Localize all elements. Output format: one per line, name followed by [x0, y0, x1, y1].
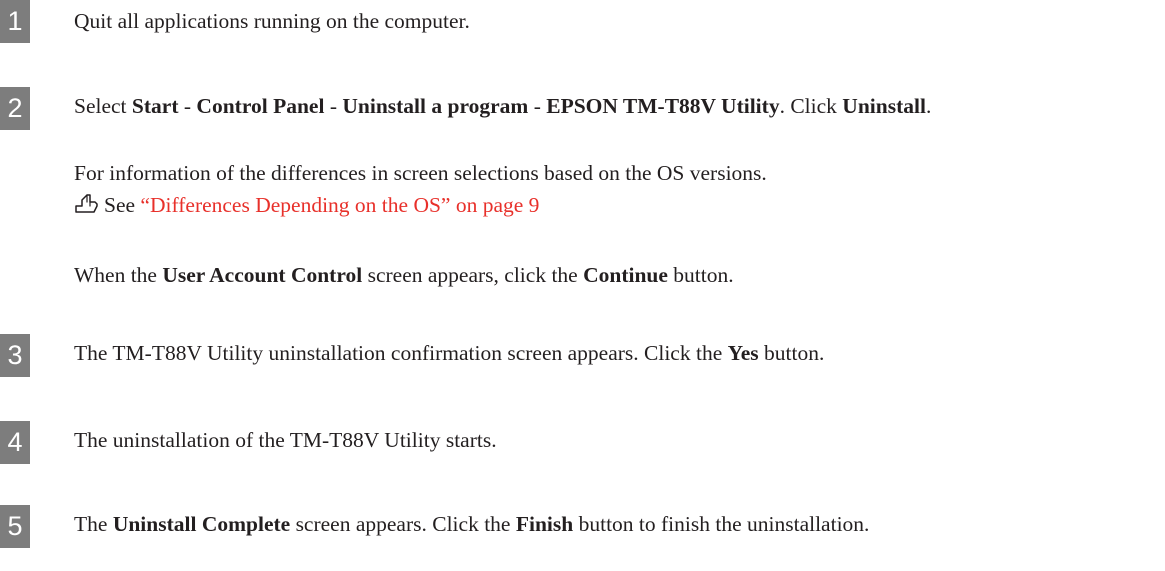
step-number-badge: 3	[0, 334, 30, 377]
uac-instruction-text: When the User Account Control screen app…	[74, 263, 734, 287]
uninstall-label: Uninstall	[842, 94, 926, 118]
menu-item-uninstall-program: Uninstall a program	[342, 94, 529, 118]
step-number-badge: 1	[0, 0, 30, 43]
step-number-badge: 4	[0, 421, 30, 464]
cross-reference: See “Differences Depending on the OS” on…	[74, 192, 539, 218]
differences-os-link[interactable]: “Differences Depending on the OS” on pag…	[140, 193, 539, 217]
step-text: Select Start - Control Panel - Uninstall…	[74, 94, 932, 118]
menu-item-control-panel: Control Panel	[196, 94, 325, 118]
instruction-page: 1 Quit all applications running on the c…	[0, 0, 1165, 571]
step-number-badge: 5	[0, 505, 30, 548]
step-number-badge: 2	[0, 87, 30, 130]
menu-item-epson-utility: EPSON TM-T88V Utility	[546, 94, 780, 118]
step-text: The uninstallation of the TM-T88V Utilit…	[74, 428, 497, 452]
step-text: Quit all applications running on the com…	[74, 9, 470, 33]
step-text: The Uninstall Complete screen appears. C…	[74, 512, 870, 536]
menu-item-start: Start	[131, 94, 179, 118]
pointing-hand-icon	[75, 194, 98, 213]
step-text: The TM-T88V Utility uninstallation confi…	[74, 341, 825, 365]
os-note-text: For information of the differences in sc…	[74, 161, 767, 185]
